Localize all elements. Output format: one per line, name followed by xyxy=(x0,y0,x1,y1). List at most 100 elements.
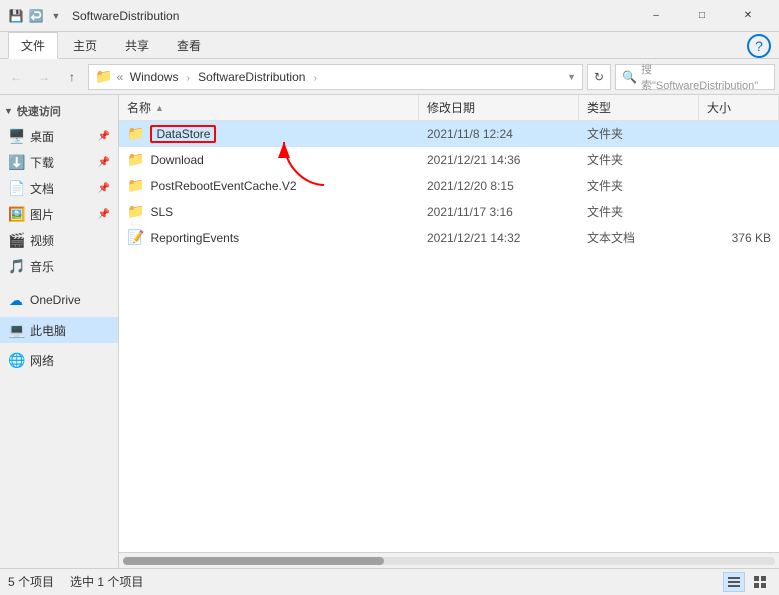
address-box[interactable]: 📁 « Windows › SoftwareDistribution › ▼ xyxy=(88,64,583,90)
file-name-download: 📁 Download xyxy=(119,147,419,172)
search-box[interactable]: 🔍 搜索"SoftwareDistribution" xyxy=(615,64,775,90)
breadcrumb-separator1: « xyxy=(116,70,126,84)
breadcrumb-chevron1: › xyxy=(184,73,193,84)
ribbon: 文件 主页 共享 查看 ? xyxy=(0,32,779,59)
file-size-sls xyxy=(699,199,779,224)
title-bar: 💾 ↩️ ▼ SoftwareDistribution – □ ✕ xyxy=(0,0,779,32)
sidebar-item-network[interactable]: 🌐 网络 xyxy=(0,347,118,373)
breadcrumb-softdist[interactable]: SoftwareDistribution xyxy=(198,70,305,84)
sort-arrow-name: ▲ xyxy=(155,103,164,113)
col-size-label: 大小 xyxy=(707,99,731,116)
details-view-icon xyxy=(727,575,741,589)
file-date-sls: 2021/11/17 3:16 xyxy=(419,199,579,224)
window-controls: – □ ✕ xyxy=(633,0,771,32)
tab-share[interactable]: 共享 xyxy=(112,32,162,58)
thispc-icon: 💻 xyxy=(8,322,24,339)
music-icon: 🎵 xyxy=(8,258,24,275)
tab-file[interactable]: 文件 xyxy=(8,32,58,59)
h-scrollbar[interactable] xyxy=(119,552,779,568)
sidebar-item-documents[interactable]: 📄 文档 📌 xyxy=(0,175,118,201)
pin-icon-doc: 📌 xyxy=(98,183,110,194)
file-list-header: 名称 ▲ 修改日期 类型 大小 xyxy=(119,95,779,121)
file-size-datastore xyxy=(699,121,779,146)
address-dropdown-icon[interactable]: ▼ xyxy=(567,72,576,82)
maximize-button[interactable]: □ xyxy=(679,0,725,32)
address-bar-row: ← → ↑ 📁 « Windows › SoftwareDistribution… xyxy=(0,59,779,95)
sidebar-item-onedrive[interactable]: ☁ OneDrive xyxy=(0,287,118,313)
sidebar-desktop-label: 桌面 xyxy=(30,128,54,145)
sidebar-downloads-label: 下载 xyxy=(30,154,54,171)
file-type-download: 文件夹 xyxy=(579,147,699,172)
file-list-area: 名称 ▲ 修改日期 类型 大小 📁 DataStore xyxy=(119,95,779,552)
minimize-button[interactable]: – xyxy=(633,0,679,32)
quick-access-group[interactable]: ▼ 快速访问 xyxy=(0,99,118,123)
sidebar-item-videos[interactable]: 🎬 视频 xyxy=(0,227,118,253)
pin-icon-pic: 📌 xyxy=(98,209,110,220)
sidebar-item-pictures[interactable]: 🖼️ 图片 📌 xyxy=(0,201,118,227)
help-button[interactable]: ? xyxy=(747,34,771,58)
quick-access-chevron: ▼ xyxy=(4,106,13,116)
main-content: ▼ 快速访问 🖥️ 桌面 📌 ⬇️ 下载 📌 📄 文档 📌 🖼️ 图片 📌 🎬 … xyxy=(0,95,779,568)
save-icon[interactable]: 💾 xyxy=(8,8,24,24)
file-type-reporting: 文本文档 xyxy=(579,225,699,250)
datastore-name-label: DataStore xyxy=(150,125,216,143)
sidebar-item-downloads[interactable]: ⬇️ 下载 📌 xyxy=(0,149,118,175)
scrollbar-thumb[interactable] xyxy=(123,557,384,565)
sidebar-network-label: 网络 xyxy=(30,352,54,369)
dropdown-icon[interactable]: ▼ xyxy=(48,8,64,24)
file-row-sls[interactable]: 📁 SLS 2021/11/17 3:16 文件夹 xyxy=(119,199,779,225)
file-size-reporting: 376 KB xyxy=(699,225,779,250)
search-icon: 🔍 xyxy=(622,70,637,84)
file-type-sls: 文件夹 xyxy=(579,199,699,224)
file-name-postreboot: 📁 PostRebootEventCache.V2 xyxy=(119,173,419,198)
downloads-icon: ⬇️ xyxy=(8,154,24,171)
sidebar-item-desktop[interactable]: 🖥️ 桌面 📌 xyxy=(0,123,118,149)
file-type-postreboot: 文件夹 xyxy=(579,173,699,198)
col-name-label: 名称 xyxy=(127,99,151,116)
file-row-reporting[interactable]: 📝 ReportingEvents 2021/12/21 14:32 文本文档 … xyxy=(119,225,779,251)
file-row-datastore[interactable]: 📁 DataStore 2021/11/8 12:24 文件夹 xyxy=(119,121,779,147)
folder-icon-datastore: 📁 xyxy=(127,125,144,142)
videos-icon: 🎬 xyxy=(8,232,24,249)
large-icons-view-button[interactable] xyxy=(749,572,771,592)
folder-icon-postreboot: 📁 xyxy=(127,177,144,194)
file-size-download xyxy=(699,147,779,172)
file-date-postreboot: 2021/12/20 8:15 xyxy=(419,173,579,198)
tab-home[interactable]: 主页 xyxy=(60,32,110,58)
sidebar-item-thispc[interactable]: 💻 此电脑 xyxy=(0,317,118,343)
forward-button[interactable]: → xyxy=(32,65,56,89)
file-date-datastore: 2021/11/8 12:24 xyxy=(419,121,579,146)
file-size-postreboot xyxy=(699,173,779,198)
breadcrumb-windows[interactable]: Windows xyxy=(130,70,179,84)
col-header-date[interactable]: 修改日期 xyxy=(419,95,579,120)
documents-icon: 📄 xyxy=(8,180,24,197)
file-row-postreboot[interactable]: 📁 PostRebootEventCache.V2 2021/12/20 8:1… xyxy=(119,173,779,199)
file-name-sls: 📁 SLS xyxy=(119,199,419,224)
col-header-name[interactable]: 名称 ▲ xyxy=(119,95,419,120)
details-view-button[interactable] xyxy=(723,572,745,592)
window-title: SoftwareDistribution xyxy=(72,9,633,23)
close-button[interactable]: ✕ xyxy=(725,0,771,32)
col-header-type[interactable]: 类型 xyxy=(579,95,699,120)
file-name-reporting: 📝 ReportingEvents xyxy=(119,225,419,250)
status-bar: 5 个项目 选中 1 个项目 xyxy=(0,568,779,594)
folder-icon-sls: 📁 xyxy=(127,203,144,220)
sidebar-item-music[interactable]: 🎵 音乐 xyxy=(0,253,118,279)
breadcrumb-chevron2: › xyxy=(311,73,320,84)
item-count: 5 个项目 xyxy=(8,573,54,590)
view-buttons xyxy=(723,572,771,592)
file-date-download: 2021/12/21 14:36 xyxy=(419,147,579,172)
refresh-button[interactable]: ↻ xyxy=(587,64,611,90)
file-row-download[interactable]: 📁 Download 2021/12/21 14:36 文件夹 xyxy=(119,147,779,173)
undo-icon[interactable]: ↩️ xyxy=(28,8,44,24)
tab-view[interactable]: 查看 xyxy=(164,32,214,58)
file-name-datastore: 📁 DataStore xyxy=(119,121,419,146)
col-header-size[interactable]: 大小 xyxy=(699,95,779,120)
back-button[interactable]: ← xyxy=(4,65,28,89)
pictures-icon: 🖼️ xyxy=(8,206,24,223)
file-type-datastore: 文件夹 xyxy=(579,121,699,146)
up-button[interactable]: ↑ xyxy=(60,65,84,89)
sidebar-documents-label: 文档 xyxy=(30,180,54,197)
sidebar: ▼ 快速访问 🖥️ 桌面 📌 ⬇️ 下载 📌 📄 文档 📌 🖼️ 图片 📌 🎬 … xyxy=(0,95,119,568)
postreboot-name-label: PostRebootEventCache.V2 xyxy=(150,179,296,193)
